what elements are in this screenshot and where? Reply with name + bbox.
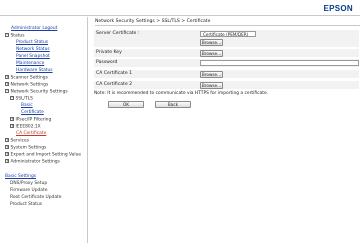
sidebar-item-ssl-tls[interactable]: −SSL/TLS: [10, 96, 33, 102]
expand-icon[interactable]: +: [5, 138, 9, 142]
back-button[interactable]: Back: [155, 101, 191, 108]
sidebar-item-ieee8021x[interactable]: +IEEE802.1X: [10, 124, 41, 130]
basic-settings-product-status[interactable]: Product Status: [10, 202, 42, 207]
ca-certificate-2-browse-button[interactable]: Browse...: [200, 82, 223, 89]
server-certificate-browse-button[interactable]: Browse...: [200, 39, 223, 46]
expand-icon[interactable]: +: [10, 117, 14, 121]
expand-icon[interactable]: +: [5, 159, 9, 163]
ca-certificate-2-row: CA Certificate 2 Browse...: [94, 81, 359, 90]
sidebar-item-hardware-status[interactable]: Hardware Status: [16, 68, 53, 73]
private-key-browse-button[interactable]: Browse...: [200, 50, 223, 57]
ca-certificate-1-browse-button[interactable]: Browse...: [200, 71, 223, 78]
sidebar-item-export-import[interactable]: +Export and Import Setting Value: [5, 152, 81, 158]
password-row: Password: [94, 59, 359, 68]
expand-icon[interactable]: +: [10, 124, 14, 128]
expand-icon[interactable]: +: [5, 152, 9, 156]
basic-settings-link[interactable]: Basic Settings: [5, 174, 36, 179]
sidebar-item-system-settings[interactable]: +System Settings: [5, 145, 46, 151]
sidebar-item-product-status[interactable]: Product Status: [16, 40, 48, 45]
expand-icon[interactable]: +: [5, 145, 9, 149]
server-certificate-select[interactable]: Certificate (PEM/DER): [200, 31, 256, 37]
sidebar-item-maintenance[interactable]: Maintenance: [16, 61, 44, 66]
basic-settings-firmware-update[interactable]: Firmware Update: [10, 188, 47, 193]
sidebar-item-certificate[interactable]: Certificate: [21, 110, 44, 115]
breadcrumb: Network Security Settings > SSL/TLS > Ce…: [95, 17, 360, 26]
basic-settings-root-cert-update[interactable]: Root Certificate Update: [10, 195, 61, 200]
collapse-icon[interactable]: −: [10, 96, 14, 100]
private-key-label: Private Key: [96, 50, 122, 55]
ca-certificate-2-label: CA Certificate 2: [96, 82, 133, 87]
sidebar-item-network-status[interactable]: Network Status: [16, 47, 50, 52]
epson-logo: EPSON: [323, 4, 353, 13]
sidebar-item-scanner-settings[interactable]: +Scanner Settings: [5, 75, 48, 81]
main-panel: Network Security Settings > SSL/TLS > Ce…: [91, 17, 360, 243]
header-bar: EPSON: [0, 0, 360, 16]
server-certificate-label: Server Certificate :: [96, 31, 140, 36]
sidebar-item-panel-snapshot[interactable]: Panel Snapshot: [16, 54, 50, 59]
ca-certificate-1-label: CA Certificate 1: [96, 71, 133, 76]
sidebar-item-services[interactable]: +Services: [5, 138, 29, 144]
sidebar-item-ipsec[interactable]: +IPsec/IP Filtering: [10, 117, 51, 123]
ok-button[interactable]: OK: [108, 101, 144, 108]
server-certificate-row: Server Certificate : Certificate (PEM/DE…: [94, 30, 359, 48]
sidebar-item-network-settings[interactable]: +Network Settings: [5, 82, 48, 88]
sidebar-item-status[interactable]: −Status: [5, 33, 25, 39]
expand-icon[interactable]: +: [5, 75, 9, 79]
collapse-icon[interactable]: −: [5, 89, 9, 93]
sidebar-item-admin-settings[interactable]: +Administrator Settings: [5, 159, 60, 165]
password-input[interactable]: [200, 60, 359, 66]
sidebar-item-ca-certificate[interactable]: CA Certificate: [16, 131, 46, 136]
ca-certificate-1-row: CA Certificate 1 Browse...: [94, 70, 359, 79]
password-label: Password: [96, 60, 118, 65]
sidebar-item-basic[interactable]: Basic: [21, 103, 33, 108]
private-key-row: Private Key Browse...: [94, 49, 359, 58]
expand-icon[interactable]: +: [5, 82, 9, 86]
sidebar: Administrator Logout −Status Product Sta…: [0, 17, 88, 243]
basic-settings-dns-proxy[interactable]: DNS/Proxy Setup: [10, 181, 47, 186]
collapse-icon[interactable]: −: [5, 33, 9, 37]
admin-logout-link[interactable]: Administrator Logout: [11, 26, 57, 31]
sidebar-item-network-security-settings[interactable]: −Network Security Settings: [5, 89, 68, 95]
https-note: Note: It is recommended to communicate v…: [94, 91, 269, 96]
